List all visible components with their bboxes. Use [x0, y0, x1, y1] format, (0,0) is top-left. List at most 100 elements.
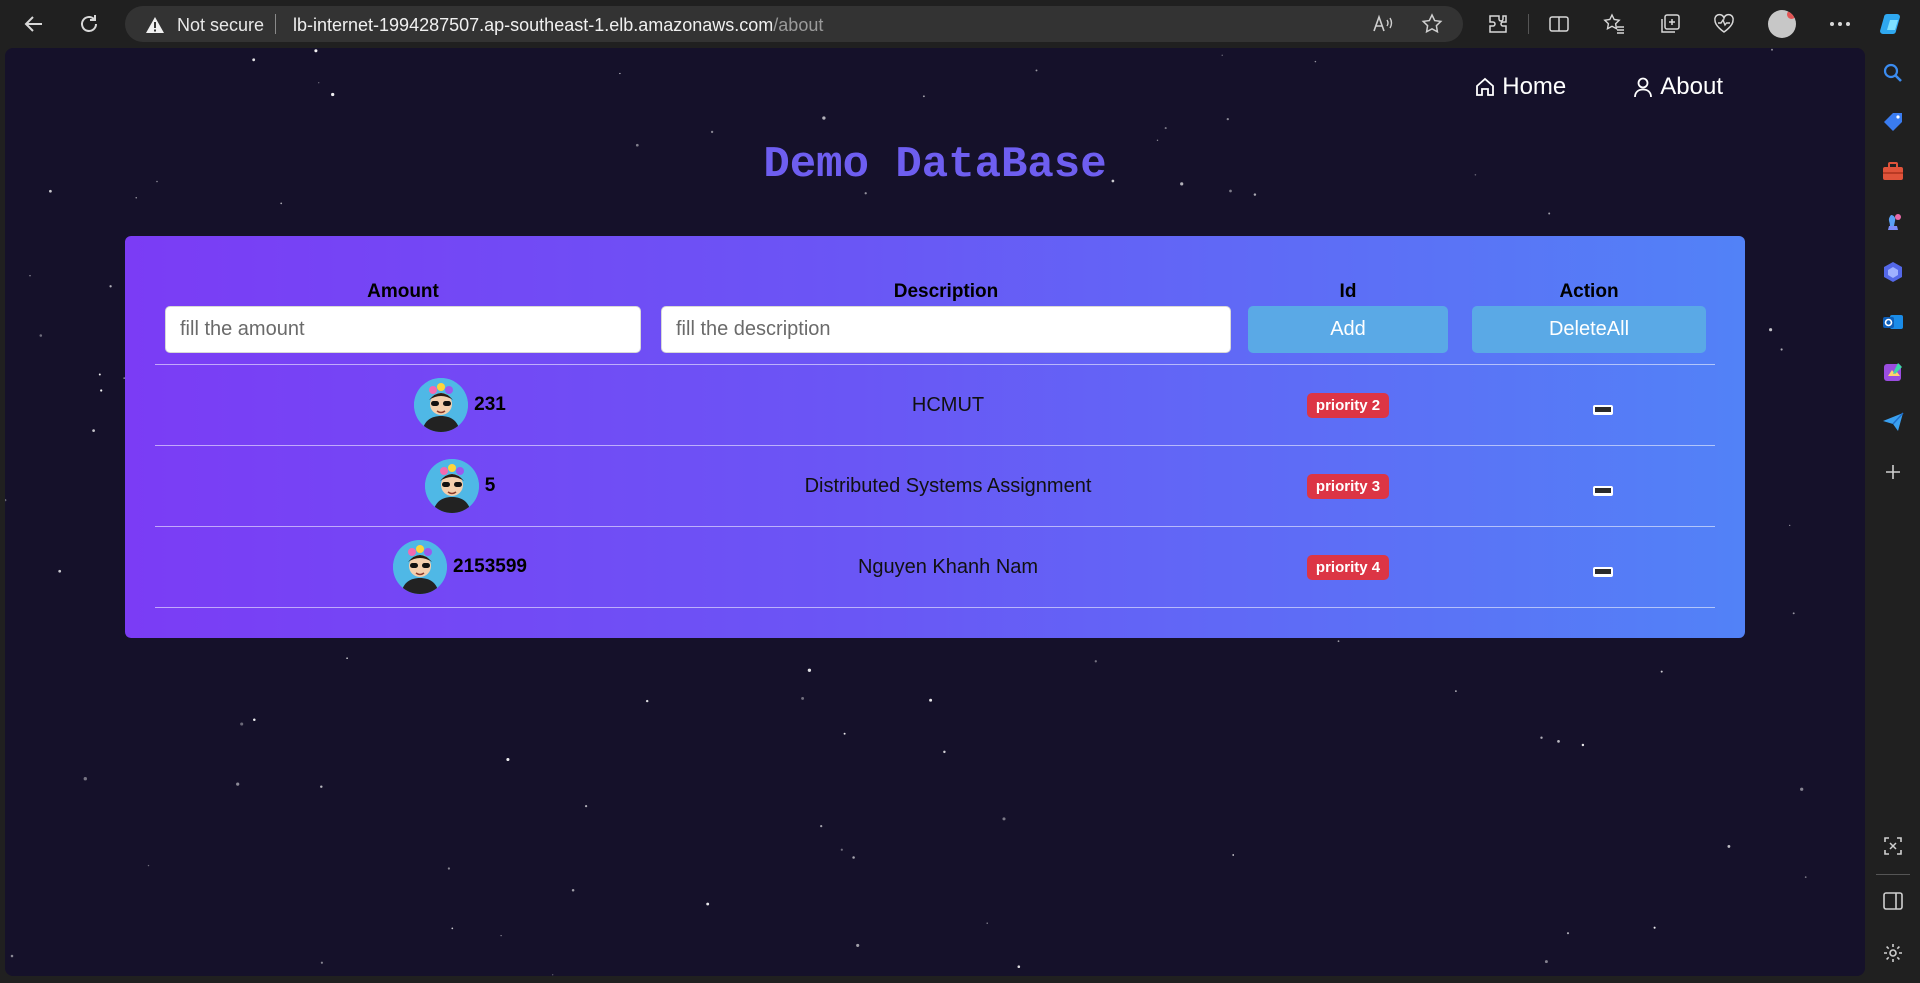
outlook-icon[interactable]	[1881, 310, 1905, 334]
table-row: 5 Distributed Systems Assignment priorit…	[155, 446, 1715, 526]
designer-icon[interactable]	[1881, 360, 1905, 384]
back-button[interactable]	[16, 6, 52, 42]
star	[1035, 69, 1038, 72]
site-nav: Home About	[1474, 73, 1723, 101]
amount-cell: 5	[350, 446, 570, 526]
browser-toolbar: Not secure lb-internet-1994287507.ap-sou…	[0, 0, 1920, 48]
search-icon[interactable]	[1881, 61, 1905, 85]
page-title: Demo DataBase	[763, 140, 1107, 190]
delete-row-button[interactable]	[1593, 567, 1613, 577]
copilot-icon[interactable]	[1878, 10, 1906, 38]
star	[314, 49, 318, 53]
star	[922, 95, 925, 98]
star	[109, 285, 112, 288]
favorite-star-icon[interactable]	[1420, 12, 1444, 36]
hide-sidebar-icon[interactable]	[1881, 889, 1905, 913]
collections-icon[interactable]	[1656, 10, 1684, 38]
security-label[interactable]: Not secure	[177, 15, 264, 36]
table-row: 2153599 Nguyen Khanh Nam priority 4	[155, 527, 1715, 607]
edge-sidebar	[1866, 48, 1920, 983]
url-text[interactable]: lb-internet-1994287507.ap-southeast-1.el…	[293, 15, 823, 36]
star	[1660, 670, 1663, 673]
star	[1002, 817, 1006, 821]
star	[1800, 787, 1804, 791]
nav-home-label: Home	[1502, 73, 1567, 100]
star	[1557, 740, 1560, 743]
star	[584, 804, 588, 808]
add-icon[interactable]	[1881, 460, 1905, 484]
add-button[interactable]: Add	[1248, 306, 1448, 353]
delete-row-button[interactable]	[1593, 486, 1613, 496]
tools-briefcase-icon[interactable]	[1881, 160, 1905, 184]
star	[98, 373, 101, 376]
star	[58, 569, 62, 573]
star	[1226, 117, 1229, 121]
screenshot-icon[interactable]	[1881, 834, 1905, 858]
star	[320, 961, 323, 964]
star	[929, 698, 933, 702]
star	[252, 58, 256, 62]
profile-avatar[interactable]	[1768, 10, 1796, 38]
split-screen-icon[interactable]	[1545, 10, 1573, 38]
nav-home-link[interactable]: Home	[1474, 73, 1566, 101]
action-cell	[1486, 527, 1720, 607]
description-input[interactable]	[661, 306, 1231, 353]
url-host: lb-internet-1994287507.ap-southeast-1.el…	[293, 15, 774, 35]
star	[1780, 348, 1783, 351]
nav-about-link[interactable]: About	[1632, 73, 1723, 101]
star	[506, 757, 510, 762]
amount-cell: 2153599	[350, 527, 570, 607]
star	[147, 864, 150, 867]
more-options-icon[interactable]	[1826, 10, 1854, 38]
star	[1789, 524, 1791, 527]
star	[1581, 743, 1585, 747]
extensions-icon[interactable]	[1484, 10, 1512, 38]
star	[856, 943, 860, 947]
priority-badge: priority 4	[1306, 554, 1390, 580]
star	[864, 192, 867, 195]
settings-gear-icon[interactable]	[1881, 941, 1905, 965]
star	[1229, 189, 1232, 193]
star	[820, 825, 823, 828]
star	[451, 927, 454, 930]
description-cell: HCMUT	[911, 393, 985, 416]
amount-input[interactable]	[165, 306, 641, 353]
star	[1771, 48, 1773, 51]
delete-all-button[interactable]: DeleteAll	[1472, 306, 1706, 353]
games-chess-icon[interactable]	[1881, 210, 1905, 234]
browser-essentials-icon[interactable]	[1710, 10, 1738, 38]
description-cell: Nguyen Khanh Nam	[857, 555, 1039, 578]
star	[500, 934, 502, 937]
star	[619, 72, 621, 75]
read-aloud-icon[interactable]	[1371, 12, 1395, 36]
star	[447, 867, 451, 870]
star	[1548, 212, 1551, 215]
star	[852, 856, 855, 859]
shopping-tag-icon[interactable]	[1881, 110, 1905, 134]
avatar	[393, 540, 448, 594]
star	[240, 722, 244, 726]
copilot-hex-icon[interactable]	[1881, 260, 1905, 284]
priority-badge: priority 2	[1306, 392, 1390, 418]
delete-row-button[interactable]	[1593, 405, 1613, 415]
star	[1232, 854, 1235, 856]
star	[840, 848, 843, 851]
priority-cell: priority 3	[1248, 446, 1448, 526]
user-icon	[1634, 77, 1653, 98]
action-cell	[1486, 446, 1720, 526]
favorites-icon[interactable]	[1600, 10, 1628, 38]
header-amount: Amount	[367, 281, 439, 302]
priority-badge: priority 3	[1306, 473, 1390, 499]
address-bar[interactable]: Not secure lb-internet-1994287507.ap-sou…	[125, 6, 1463, 42]
amount-value: 5	[484, 475, 496, 496]
table-row: 231 HCMUT priority 2	[155, 365, 1715, 445]
star	[1544, 960, 1548, 964]
amount-cell: 231	[350, 365, 570, 445]
star	[135, 197, 137, 199]
sidebar-divider	[1876, 874, 1910, 875]
star	[236, 782, 240, 786]
star	[39, 334, 43, 337]
refresh-button[interactable]	[71, 6, 107, 42]
send-icon[interactable]	[1881, 410, 1905, 434]
star	[49, 189, 52, 193]
